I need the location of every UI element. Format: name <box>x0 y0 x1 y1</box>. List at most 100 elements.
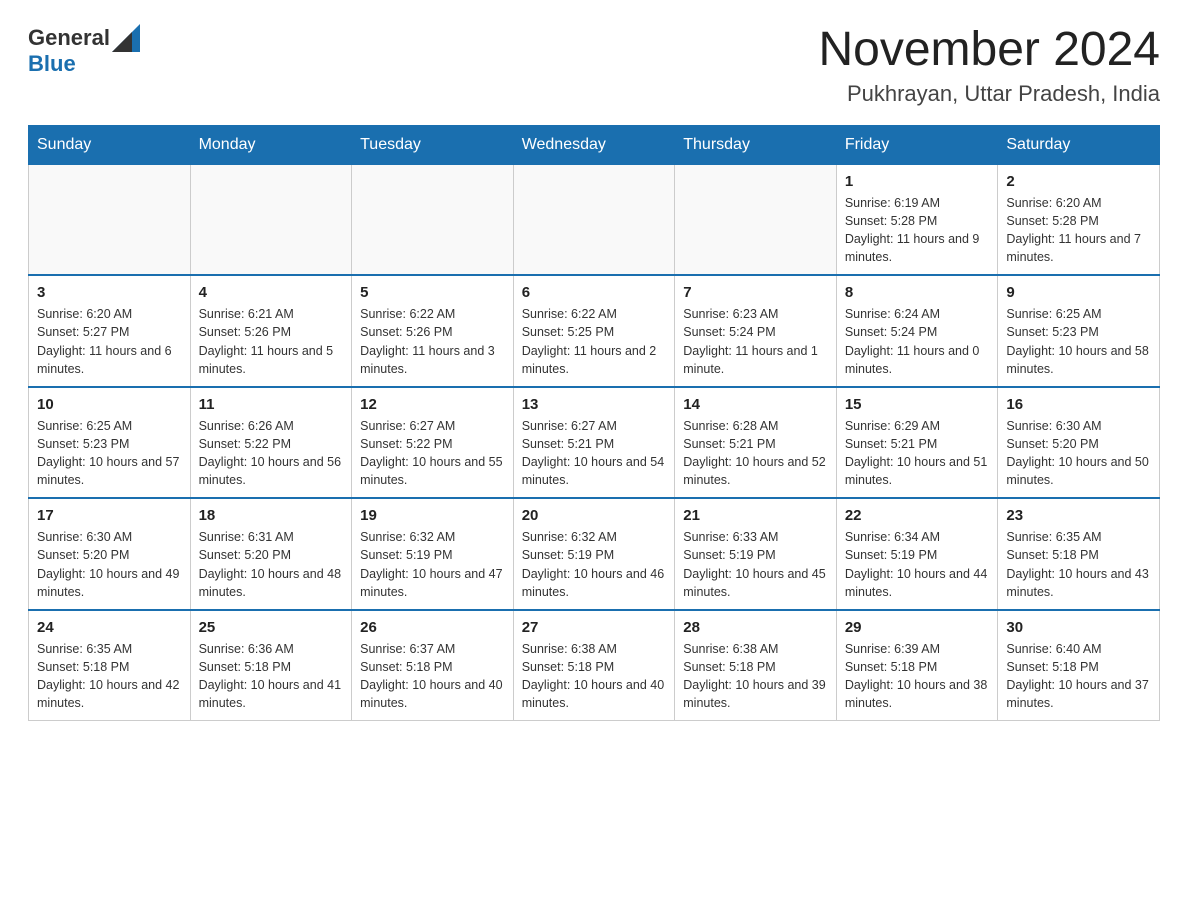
day-info: Sunrise: 6:20 AMSunset: 5:27 PMDaylight:… <box>37 305 182 378</box>
day-number: 9 <box>1006 284 1151 301</box>
calendar-cell: 3 Sunrise: 6:20 AMSunset: 5:27 PMDaylight… <box>29 275 191 387</box>
calendar-cell: 25Sunrise: 6:36 AMSunset: 5:18 PMDayligh… <box>190 610 352 721</box>
calendar-cell: 17 Sunrise: 6:30 AMSunset: 5:20 PMDayligh… <box>29 498 191 610</box>
calendar-cell: 18Sunrise: 6:31 AMSunset: 5:20 PMDayligh… <box>190 498 352 610</box>
day-info: Sunrise: 6:40 AMSunset: 5:18 PMDaylight:… <box>1006 640 1151 713</box>
day-number: 22 <box>845 507 990 524</box>
day-number: 11 <box>199 396 344 413</box>
day-number: 26 <box>360 619 505 636</box>
day-number: 2 <box>1006 173 1151 190</box>
calendar-cell: 13 Sunrise: 6:27 AMSunset: 5:21 PMDayligh… <box>513 387 675 499</box>
day-info: Sunrise: 6:20 AMSunset: 5:28 PMDaylight:… <box>1006 194 1151 267</box>
calendar-cell: 9 Sunrise: 6:25 AMSunset: 5:23 PMDaylight… <box>998 275 1160 387</box>
day-info: Sunrise: 6:19 AMSunset: 5:28 PMDaylight:… <box>845 194 990 267</box>
day-number: 19 <box>360 507 505 524</box>
calendar-cell: 20 Sunrise: 6:32 AMSunset: 5:19 PMDayligh… <box>513 498 675 610</box>
day-info: Sunrise: 6:38 AMSunset: 5:18 PMDaylight:… <box>522 640 667 713</box>
day-number: 3 <box>37 284 182 301</box>
day-number: 14 <box>683 396 828 413</box>
calendar-cell: 5 Sunrise: 6:22 AMSunset: 5:26 PMDaylight… <box>352 275 514 387</box>
weekday-header-saturday: Saturday <box>998 125 1160 164</box>
day-number: 4 <box>199 284 344 301</box>
calendar-cell: 8 Sunrise: 6:24 AMSunset: 5:24 PMDaylight… <box>836 275 998 387</box>
weekday-header-sunday: Sunday <box>29 125 191 164</box>
weekday-header-wednesday: Wednesday <box>513 125 675 164</box>
calendar-cell <box>190 164 352 275</box>
calendar-cell: 30Sunrise: 6:40 AMSunset: 5:18 PMDayligh… <box>998 610 1160 721</box>
calendar-cell: 19 Sunrise: 6:32 AMSunset: 5:19 PMDayligh… <box>352 498 514 610</box>
day-number: 23 <box>1006 507 1151 524</box>
day-info: Sunrise: 6:37 AMSunset: 5:18 PMDaylight:… <box>360 640 505 713</box>
calendar-cell <box>29 164 191 275</box>
calendar-table: SundayMondayTuesdayWednesdayThursdayFrid… <box>28 125 1160 722</box>
day-number: 15 <box>845 396 990 413</box>
day-number: 1 <box>845 173 990 190</box>
day-info: Sunrise: 6:32 AMSunset: 5:19 PMDaylight:… <box>522 528 667 601</box>
day-number: 25 <box>199 619 344 636</box>
calendar-cell: 4 Sunrise: 6:21 AMSunset: 5:26 PMDaylight… <box>190 275 352 387</box>
day-number: 5 <box>360 284 505 301</box>
day-number: 28 <box>683 619 828 636</box>
logo-blue-text: Blue <box>28 52 144 76</box>
calendar-cell: 28 Sunrise: 6:38 AMSunset: 5:18 PMDayligh… <box>675 610 837 721</box>
calendar-cell: 22 Sunrise: 6:34 AMSunset: 5:19 PMDayligh… <box>836 498 998 610</box>
week-row-5: 24Sunrise: 6:35 AMSunset: 5:18 PMDayligh… <box>29 610 1160 721</box>
calendar-cell: 23 Sunrise: 6:35 AMSunset: 5:18 PMDayligh… <box>998 498 1160 610</box>
logo: General Blue <box>28 24 144 76</box>
day-info: Sunrise: 6:30 AMSunset: 5:20 PMDaylight:… <box>37 528 182 601</box>
calendar-cell: 1 Sunrise: 6:19 AMSunset: 5:28 PMDaylight… <box>836 164 998 275</box>
day-info: Sunrise: 6:27 AMSunset: 5:21 PMDaylight:… <box>522 417 667 490</box>
day-info: Sunrise: 6:38 AMSunset: 5:18 PMDaylight:… <box>683 640 828 713</box>
weekday-header-row: SundayMondayTuesdayWednesdayThursdayFrid… <box>29 125 1160 164</box>
day-number: 27 <box>522 619 667 636</box>
week-row-3: 10Sunrise: 6:25 AMSunset: 5:23 PMDayligh… <box>29 387 1160 499</box>
week-row-1: 1 Sunrise: 6:19 AMSunset: 5:28 PMDaylight… <box>29 164 1160 275</box>
weekday-header-monday: Monday <box>190 125 352 164</box>
day-info: Sunrise: 6:39 AMSunset: 5:18 PMDaylight:… <box>845 640 990 713</box>
day-info: Sunrise: 6:29 AMSunset: 5:21 PMDaylight:… <box>845 417 990 490</box>
calendar-cell: 29Sunrise: 6:39 AMSunset: 5:18 PMDayligh… <box>836 610 998 721</box>
calendar-cell: 12Sunrise: 6:27 AMSunset: 5:22 PMDayligh… <box>352 387 514 499</box>
day-info: Sunrise: 6:21 AMSunset: 5:26 PMDaylight:… <box>199 305 344 378</box>
week-row-4: 17 Sunrise: 6:30 AMSunset: 5:20 PMDayligh… <box>29 498 1160 610</box>
calendar-cell: 24Sunrise: 6:35 AMSunset: 5:18 PMDayligh… <box>29 610 191 721</box>
day-info: Sunrise: 6:24 AMSunset: 5:24 PMDaylight:… <box>845 305 990 378</box>
calendar-cell: 2 Sunrise: 6:20 AMSunset: 5:28 PMDaylight… <box>998 164 1160 275</box>
month-title: November 2024 <box>818 24 1160 77</box>
day-number: 20 <box>522 507 667 524</box>
calendar-cell: 7Sunrise: 6:23 AMSunset: 5:24 PMDaylight… <box>675 275 837 387</box>
day-number: 6 <box>522 284 667 301</box>
day-number: 8 <box>845 284 990 301</box>
logo-general-text: General <box>28 26 110 50</box>
calendar-cell: 16Sunrise: 6:30 AMSunset: 5:20 PMDayligh… <box>998 387 1160 499</box>
title-area: November 2024 Pukhrayan, Uttar Pradesh, … <box>818 24 1160 107</box>
day-info: Sunrise: 6:31 AMSunset: 5:20 PMDaylight:… <box>199 528 344 601</box>
day-number: 21 <box>683 507 828 524</box>
day-info: Sunrise: 6:35 AMSunset: 5:18 PMDaylight:… <box>1006 528 1151 601</box>
day-info: Sunrise: 6:22 AMSunset: 5:26 PMDaylight:… <box>360 305 505 378</box>
calendar-cell: 11 Sunrise: 6:26 AMSunset: 5:22 PMDayligh… <box>190 387 352 499</box>
weekday-header-tuesday: Tuesday <box>352 125 514 164</box>
day-number: 16 <box>1006 396 1151 413</box>
day-info: Sunrise: 6:25 AMSunset: 5:23 PMDaylight:… <box>1006 305 1151 378</box>
day-number: 17 <box>37 507 182 524</box>
day-info: Sunrise: 6:32 AMSunset: 5:19 PMDaylight:… <box>360 528 505 601</box>
calendar-cell: 26 Sunrise: 6:37 AMSunset: 5:18 PMDayligh… <box>352 610 514 721</box>
calendar-cell: 15 Sunrise: 6:29 AMSunset: 5:21 PMDayligh… <box>836 387 998 499</box>
calendar-cell <box>513 164 675 275</box>
calendar-cell: 21 Sunrise: 6:33 AMSunset: 5:19 PMDayligh… <box>675 498 837 610</box>
logo-triangle-icon <box>112 24 140 52</box>
calendar-cell: 10Sunrise: 6:25 AMSunset: 5:23 PMDayligh… <box>29 387 191 499</box>
day-number: 13 <box>522 396 667 413</box>
day-info: Sunrise: 6:34 AMSunset: 5:19 PMDaylight:… <box>845 528 990 601</box>
day-info: Sunrise: 6:33 AMSunset: 5:19 PMDaylight:… <box>683 528 828 601</box>
weekday-header-thursday: Thursday <box>675 125 837 164</box>
day-info: Sunrise: 6:22 AMSunset: 5:25 PMDaylight:… <box>522 305 667 378</box>
calendar-cell <box>675 164 837 275</box>
day-info: Sunrise: 6:23 AMSunset: 5:24 PMDaylight:… <box>683 305 828 378</box>
day-info: Sunrise: 6:35 AMSunset: 5:18 PMDaylight:… <box>37 640 182 713</box>
weekday-header-friday: Friday <box>836 125 998 164</box>
day-info: Sunrise: 6:26 AMSunset: 5:22 PMDaylight:… <box>199 417 344 490</box>
day-info: Sunrise: 6:28 AMSunset: 5:21 PMDaylight:… <box>683 417 828 490</box>
week-row-2: 3 Sunrise: 6:20 AMSunset: 5:27 PMDaylight… <box>29 275 1160 387</box>
